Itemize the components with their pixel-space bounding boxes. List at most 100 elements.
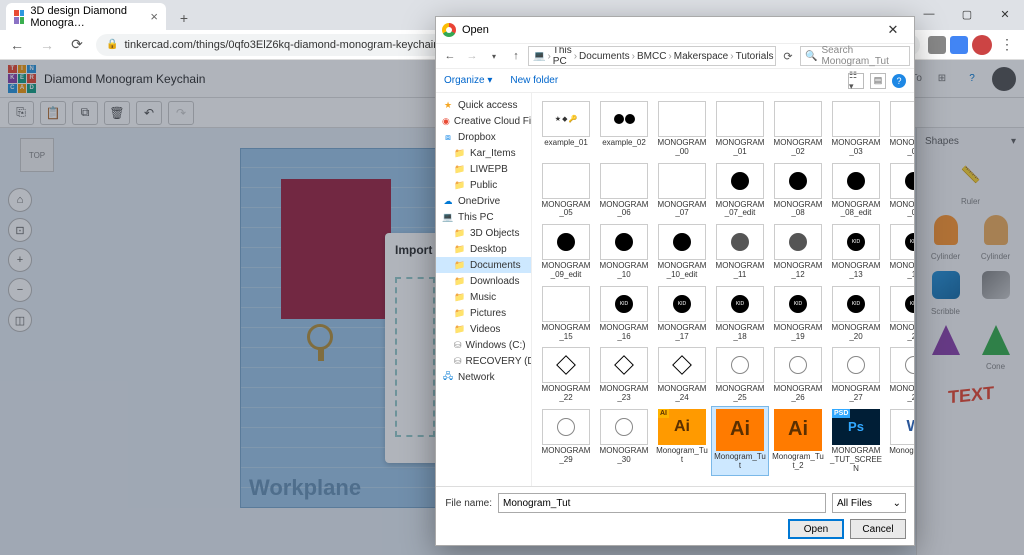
sidebar-item[interactable]: ◉Creative Cloud Files (436, 113, 531, 129)
sidebar-item[interactable]: 📁Videos (436, 321, 531, 337)
nav-forward-button[interactable]: → (462, 46, 482, 66)
file-label: MONOGRAM_08 (772, 201, 824, 219)
sidebar-item[interactable]: ⧈Dropbox (436, 129, 531, 145)
file-item[interactable]: KIDMONOGRAM_19 (770, 284, 826, 344)
search-input[interactable]: 🔍 Search Monogram_Tut (800, 46, 910, 66)
file-item[interactable]: PSDPsMONOGRAM_TUT_SCREEN (828, 407, 884, 475)
file-item[interactable]: MONOGRAM_08 (770, 161, 826, 221)
sidebar-item[interactable]: 📁Desktop (436, 241, 531, 257)
file-label: MONOGRAM_01 (714, 139, 766, 157)
file-item[interactable]: MONOGRAM_10_edit (654, 222, 710, 282)
file-item[interactable]: MONOGRAM_07_edit (712, 161, 768, 221)
file-thumbnail (774, 224, 822, 260)
nav-dropdown-icon[interactable]: ▾ (484, 46, 504, 66)
file-thumbnail (832, 101, 880, 137)
file-item[interactable]: AIAiMonogram_Tut (654, 407, 710, 475)
window-maximize[interactable]: ▢ (948, 0, 986, 28)
file-item[interactable]: AiMonogram_Tut (712, 407, 768, 475)
folder-icon: 📁 (454, 259, 466, 271)
view-mode-button[interactable]: ☷ ▾ (848, 73, 864, 89)
extension-icon[interactable] (950, 36, 968, 54)
file-item[interactable]: example_02 (596, 99, 652, 159)
browser-menu-icon[interactable]: ⋮ (996, 34, 1018, 56)
sidebar-item[interactable]: 📁Pictures (436, 305, 531, 321)
sidebar-item[interactable]: 📁Public (436, 177, 531, 193)
file-item[interactable]: KIDMONOGRAM_16 (596, 284, 652, 344)
sidebar-item[interactable]: 🖧Network (436, 369, 531, 385)
extension-icon[interactable] (928, 36, 946, 54)
filename-input[interactable] (498, 493, 826, 513)
file-filter-select[interactable]: All Files⌄ (832, 493, 906, 513)
file-item[interactable]: KIDMONOGRAM_17 (654, 284, 710, 344)
help-icon[interactable]: ? (892, 74, 906, 88)
browser-forward[interactable]: → (36, 34, 58, 56)
nav-up-button[interactable]: ↑ (506, 46, 526, 66)
file-item[interactable]: KIDMONOGRAM_18 (712, 284, 768, 344)
file-thumbnail (600, 163, 648, 199)
file-item[interactable]: MONOGRAM_00 (654, 99, 710, 159)
file-item[interactable]: MONOGRAM_24 (654, 345, 710, 405)
browser-tab[interactable]: 3D design Diamond Monogra… × (6, 3, 166, 30)
file-item[interactable]: MONOGRAM_25 (712, 345, 768, 405)
nav-refresh-button[interactable]: ⟳ (778, 46, 798, 66)
file-item[interactable]: MONOGRAM_23 (596, 345, 652, 405)
browser-back[interactable]: ← (6, 34, 28, 56)
file-item[interactable]: KIDMONOGRAM_21 (886, 284, 914, 344)
file-item[interactable]: ★◆🔑example_01 (538, 99, 594, 159)
sidebar-item[interactable]: ★Quick access (436, 97, 531, 113)
file-item[interactable]: MONOGRAM_04 (886, 99, 914, 159)
sidebar-item[interactable]: 📁3D Objects (436, 225, 531, 241)
file-item[interactable]: MONOGRAM_06 (596, 161, 652, 221)
file-item[interactable]: MONOGRAM_07 (654, 161, 710, 221)
window-close[interactable]: ✕ (986, 0, 1024, 28)
open-button[interactable]: Open (788, 519, 844, 539)
sidebar-item[interactable]: 💻This PC (436, 209, 531, 225)
dialog-close-button[interactable]: ✕ (878, 22, 908, 38)
file-item[interactable]: MONOGRAM_09_edit (538, 222, 594, 282)
file-item[interactable]: KIDMONOGRAM_14 (886, 222, 914, 282)
organize-button[interactable]: Organize ▾ (444, 75, 492, 86)
sidebar-item[interactable]: 📁Documents (436, 257, 531, 273)
sidebar-item[interactable]: 📁Downloads (436, 273, 531, 289)
cancel-button[interactable]: Cancel (850, 519, 906, 539)
url-text: tinkercad.com/things/0qfo3ElZ6kq-diamond… (124, 39, 460, 51)
file-item[interactable]: MONOGRAM_22 (538, 345, 594, 405)
file-item[interactable]: MONOGRAM_12 (770, 222, 826, 282)
preview-pane-button[interactable]: ▤ (870, 73, 886, 89)
browser-reload[interactable]: ⟳ (66, 34, 88, 56)
breadcrumb[interactable]: 💻 ›This PC ›Documents ›BMCC ›Makerspace … (528, 46, 776, 66)
file-item[interactable]: MONOGRAM_10 (596, 222, 652, 282)
file-item[interactable]: AiMonogram_Tut_2 (770, 407, 826, 475)
file-item[interactable]: KIDMONOGRAM_13 (828, 222, 884, 282)
sidebar-item[interactable]: 📁Music (436, 289, 531, 305)
sidebar-item[interactable]: ⛁Windows (C:) (436, 337, 531, 353)
file-item[interactable]: KIDMONOGRAM_20 (828, 284, 884, 344)
dialog-title: Open (462, 24, 489, 36)
sidebar-item[interactable]: 📁LIWEPB (436, 161, 531, 177)
nav-back-button[interactable]: ← (440, 46, 460, 66)
file-thumbnail (832, 347, 880, 383)
file-item[interactable]: MONOGRAM_03 (828, 99, 884, 159)
sidebar-item[interactable]: ☁OneDrive (436, 193, 531, 209)
tab-close-icon[interactable]: × (150, 9, 158, 24)
file-item[interactable]: MONOGRAM_15 (538, 284, 594, 344)
file-item[interactable]: MONOGRAM_02 (770, 99, 826, 159)
file-item[interactable]: MONOGRAM_11 (712, 222, 768, 282)
file-item[interactable]: MONOGRAM_29 (538, 407, 594, 475)
file-item[interactable]: MONOGRAM_01 (712, 99, 768, 159)
sidebar-item[interactable]: ⛁RECOVERY (D:) (436, 353, 531, 369)
window-minimize[interactable]: — (910, 0, 948, 28)
file-item[interactable]: MONOGRAM_30 (596, 407, 652, 475)
new-tab-button[interactable]: + (172, 6, 196, 30)
profile-avatar[interactable] (972, 35, 992, 55)
file-item[interactable]: MONOGRAM_27 (828, 345, 884, 405)
new-folder-button[interactable]: New folder (510, 75, 558, 86)
file-item[interactable]: MONOGRAM_08_edit (828, 161, 884, 221)
sidebar-item[interactable]: 📁Kar_Items (436, 145, 531, 161)
file-item[interactable]: MONOGRAM_28 (886, 345, 914, 405)
file-label: MONOGRAM_00 (656, 139, 708, 157)
file-item[interactable]: WMonogramTut (886, 407, 914, 475)
file-item[interactable]: MONOGRAM_26 (770, 345, 826, 405)
file-item[interactable]: MONOGRAM_09 (886, 161, 914, 221)
file-item[interactable]: MONOGRAM_05 (538, 161, 594, 221)
